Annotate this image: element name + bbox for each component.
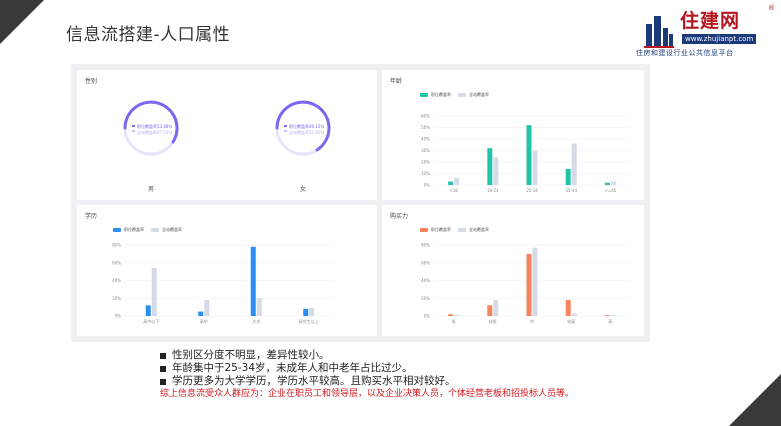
bar bbox=[493, 157, 499, 185]
purchasing-panel: 购买力 职位覆盖率 全站覆盖率 0% 20% 40% 60% 80% 低较低中较高高 bbox=[382, 205, 644, 336]
bar bbox=[571, 143, 577, 185]
bar bbox=[198, 311, 204, 316]
bar bbox=[454, 178, 460, 185]
logo-name: 住建网 bbox=[680, 10, 741, 32]
y-tick-label: 20% bbox=[421, 160, 430, 165]
female-label: 女 bbox=[299, 186, 306, 193]
dashboard: 性别 职位覆盖率53.88% 全站覆盖率47.15% 男 职位覆盖率46.12%… bbox=[71, 64, 650, 342]
age-chart: 0% 10% 20% 30% 40% 50% 60% <18 18-24 25-34 35-44 >=… bbox=[421, 114, 630, 193]
bar bbox=[526, 125, 532, 185]
bar bbox=[604, 182, 610, 185]
gender-panel: 性别 职位覆盖率53.88% 全站覆盖率47.15% 男 职位覆盖率46.12%… bbox=[77, 70, 377, 200]
y-tick-label: 40% bbox=[112, 278, 121, 283]
corner-decoration bbox=[0, 0, 44, 44]
bar bbox=[454, 315, 460, 316]
bar bbox=[448, 181, 454, 185]
x-tick-label: 25-34 bbox=[526, 188, 538, 193]
x-tick-label: 35-44 bbox=[565, 188, 577, 193]
logo: 住建网 ® www.zhujianpt.com 住房和建设行业公共信息平台 bbox=[632, 4, 778, 62]
gender-title: 性别 bbox=[85, 78, 98, 85]
x-tick-label: >=45 bbox=[605, 188, 617, 193]
y-tick-label: 80% bbox=[421, 243, 430, 248]
y-tick-label: 0% bbox=[115, 314, 122, 319]
conclusion-text: 综上信息流受众人群应为：企业在职员工和领导层，以及企业决策人员，个体经营老板和招… bbox=[160, 389, 575, 399]
male-legend-b: 全站覆盖率47.15% bbox=[137, 130, 173, 135]
y-tick-label: 40% bbox=[421, 278, 430, 283]
x-tick-label: 中 bbox=[530, 318, 534, 324]
x-tick-label: 高 bbox=[608, 318, 612, 324]
x-tick-label: 18-24 bbox=[487, 188, 499, 193]
bullet-item: 性别区分度不明显，差异性较小。 bbox=[160, 349, 574, 362]
x-tick-label: 研究生以上 bbox=[299, 318, 319, 324]
bar bbox=[151, 268, 157, 316]
bar bbox=[610, 181, 616, 185]
purchasing-chart: 0% 20% 40% 60% 80% 低 较低 中 较高 高 bbox=[421, 243, 630, 324]
bullet-item: 学历更多为大学学历，学历水平较高。且购买水平相对较好。 bbox=[160, 375, 574, 388]
bar bbox=[565, 300, 571, 316]
age-panel: 年龄 职位覆盖率 全站覆盖率 0% 10% 20% 30% 40% 50% 60% <18 18… bbox=[382, 70, 644, 200]
y-tick-label: 80% bbox=[112, 243, 121, 248]
x-tick-label: <18 bbox=[449, 188, 458, 193]
x-tick-label: 大学 bbox=[252, 318, 260, 324]
registered-mark: ® bbox=[768, 4, 775, 12]
logo-url: www.zhujianpt.com bbox=[682, 34, 757, 44]
bullet-icon bbox=[160, 365, 166, 372]
bar bbox=[309, 308, 315, 316]
page-title: 信息流搭建-人口属性 bbox=[66, 25, 231, 45]
female-legend-b: 全站覆盖率52.85% bbox=[289, 130, 325, 135]
education-chart: 0% 20% 40% 60% 80% 高中以下 高中 大学 研究生以上 bbox=[112, 243, 335, 324]
x-tick-label: 高中 bbox=[200, 318, 208, 324]
bar bbox=[487, 305, 493, 316]
x-tick-label: 低 bbox=[452, 318, 456, 324]
y-tick-label: 0% bbox=[424, 314, 431, 319]
bar bbox=[256, 298, 262, 316]
bar bbox=[532, 247, 538, 316]
y-tick-label: 60% bbox=[112, 260, 121, 265]
education-panel: 学历 职位覆盖率 全站覆盖率 0% 20% 40% 60% 80% 高中以下 高中 大学 研究生… bbox=[77, 205, 377, 336]
bar bbox=[565, 168, 571, 185]
y-tick-label: 20% bbox=[112, 296, 121, 301]
male-label: 男 bbox=[147, 186, 154, 193]
y-tick-label: 20% bbox=[421, 296, 430, 301]
x-tick-label: 较低 bbox=[489, 318, 497, 324]
y-tick-label: 10% bbox=[421, 171, 430, 176]
bar bbox=[610, 315, 616, 316]
bullet-icon bbox=[160, 352, 166, 359]
corner-decoration bbox=[729, 374, 781, 426]
y-tick-label: 60% bbox=[421, 114, 430, 119]
bar bbox=[604, 315, 610, 316]
x-tick-label: 较高 bbox=[567, 318, 575, 324]
x-tick-label: 高中以下 bbox=[143, 318, 159, 324]
bar bbox=[493, 300, 499, 316]
y-tick-label: 30% bbox=[421, 148, 430, 153]
bar bbox=[303, 308, 309, 316]
bar bbox=[571, 313, 577, 316]
building-icon bbox=[644, 16, 674, 48]
y-tick-label: 40% bbox=[421, 137, 430, 142]
y-tick-label: 60% bbox=[421, 260, 430, 265]
logo-slogan: 住房和建设行业公共信息平台 bbox=[636, 49, 734, 57]
bar bbox=[448, 314, 454, 316]
y-tick-label: 50% bbox=[421, 125, 430, 130]
bar bbox=[526, 253, 532, 316]
bar bbox=[250, 246, 256, 316]
bar bbox=[145, 305, 151, 316]
y-tick-label: 0% bbox=[424, 183, 431, 188]
bullet-icon bbox=[160, 378, 166, 385]
bar bbox=[532, 150, 538, 185]
bar bbox=[487, 148, 493, 185]
bullet-item: 年龄集中于25-34岁，未成年人和中老年占比过少。 bbox=[160, 362, 574, 375]
bar bbox=[204, 300, 210, 316]
summary-bullets: 性别区分度不明显，差异性较小。 年龄集中于25-34岁，未成年人和中老年占比过少… bbox=[160, 349, 574, 401]
